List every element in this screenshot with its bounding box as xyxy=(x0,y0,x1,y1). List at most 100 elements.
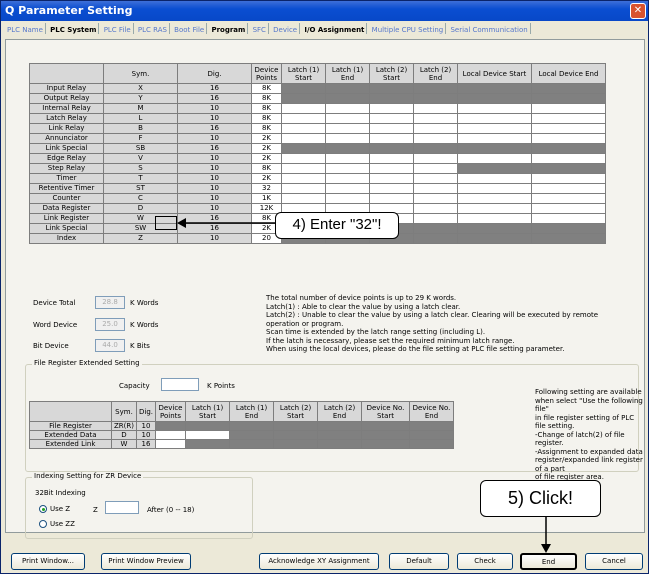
editable-cell[interactable] xyxy=(155,430,187,440)
editable-cell[interactable] xyxy=(457,173,532,184)
tab-device[interactable]: Device xyxy=(271,23,301,34)
close-icon[interactable]: ✕ xyxy=(630,3,646,19)
editable-cell[interactable] xyxy=(413,123,458,134)
editable-cell[interactable] xyxy=(413,133,458,144)
editable-cell[interactable] xyxy=(369,133,414,144)
editable-cell[interactable] xyxy=(531,123,606,134)
editable-cell[interactable] xyxy=(413,183,458,194)
editable-cell[interactable] xyxy=(457,123,532,134)
z-number-field[interactable] xyxy=(105,501,139,514)
editable-cell[interactable] xyxy=(185,430,231,440)
editable-cell[interactable] xyxy=(413,193,458,204)
editable-cell[interactable] xyxy=(325,173,370,184)
editable-cell[interactable] xyxy=(531,133,606,144)
acknowledge-xy-button[interactable]: Acknowledge XY Assignment xyxy=(259,553,379,570)
device-points-field[interactable]: 8K xyxy=(251,163,282,174)
editable-cell[interactable] xyxy=(457,153,532,164)
editable-cell[interactable] xyxy=(281,123,326,134)
device-points-field[interactable]: 8K xyxy=(251,103,282,114)
use-zz-radio[interactable]: Use ZZ xyxy=(39,520,75,528)
device-points-field[interactable]: 8K xyxy=(251,83,282,94)
device-points-field[interactable]: 8K xyxy=(251,123,282,134)
print-preview-button[interactable]: Print Window Preview xyxy=(101,553,191,570)
editable-cell[interactable] xyxy=(281,163,326,174)
editable-cell[interactable] xyxy=(369,173,414,184)
editable-cell[interactable] xyxy=(457,183,532,194)
editable-cell[interactable] xyxy=(531,153,606,164)
tab-plc-name[interactable]: PLC Name xyxy=(5,23,46,34)
device-points-field[interactable]: 2K xyxy=(251,153,282,164)
editable-cell[interactable] xyxy=(369,103,414,114)
editable-cell[interactable] xyxy=(325,183,370,194)
use-z-radio[interactable]: Use Z xyxy=(39,505,70,513)
z-label: Z xyxy=(93,506,98,514)
end-button[interactable]: End xyxy=(520,553,577,570)
editable-cell[interactable] xyxy=(369,123,414,134)
device-points-field[interactable]: 32 xyxy=(251,183,282,194)
device-points-field[interactable]: 8K xyxy=(251,113,282,124)
check-button[interactable]: Check xyxy=(457,553,513,570)
editable-cell[interactable] xyxy=(325,153,370,164)
editable-cell[interactable] xyxy=(413,103,458,114)
editable-cell[interactable] xyxy=(531,213,606,224)
editable-cell[interactable] xyxy=(325,103,370,114)
cancel-button[interactable]: Cancel xyxy=(585,553,643,570)
device-points-field[interactable]: 2K xyxy=(251,143,282,154)
device-points-field[interactable]: 2K xyxy=(251,173,282,184)
editable-cell[interactable] xyxy=(369,193,414,204)
editable-cell[interactable] xyxy=(457,213,532,224)
editable-cell[interactable] xyxy=(281,133,326,144)
editable-cell[interactable] xyxy=(413,173,458,184)
editable-cell[interactable] xyxy=(281,113,326,124)
editable-cell[interactable] xyxy=(413,203,458,214)
editable-cell[interactable] xyxy=(457,193,532,204)
tab-program[interactable]: Program xyxy=(209,23,249,34)
device-row: Timer T 10 2K xyxy=(29,173,606,184)
editable-cell[interactable] xyxy=(369,183,414,194)
editable-cell[interactable] xyxy=(325,123,370,134)
editable-cell[interactable] xyxy=(531,103,606,114)
editable-cell[interactable] xyxy=(281,153,326,164)
editable-cell[interactable] xyxy=(369,163,414,174)
editable-cell[interactable] xyxy=(413,163,458,174)
device-points-field[interactable]: 2K xyxy=(251,133,282,144)
editable-cell[interactable] xyxy=(325,193,370,204)
editable-cell[interactable] xyxy=(413,153,458,164)
default-button[interactable]: Default xyxy=(389,553,449,570)
editable-cell[interactable] xyxy=(325,163,370,174)
tab-io-assignment[interactable]: I/O Assignment xyxy=(302,23,368,34)
editable-cell[interactable] xyxy=(457,113,532,124)
editable-cell[interactable] xyxy=(369,153,414,164)
editable-cell[interactable] xyxy=(531,203,606,214)
print-window-button[interactable]: Print Window... xyxy=(11,553,85,570)
tab-plc-ras[interactable]: PLC RAS xyxy=(136,23,170,34)
editable-cell[interactable] xyxy=(413,113,458,124)
editable-cell[interactable] xyxy=(325,113,370,124)
editable-cell[interactable] xyxy=(155,439,187,449)
editable-cell[interactable] xyxy=(281,103,326,114)
title-bar: Q Parameter Setting ✕ xyxy=(1,1,648,21)
tab-serial-comm[interactable]: Serial Communication xyxy=(448,23,531,34)
editable-cell[interactable] xyxy=(531,183,606,194)
editable-cell[interactable] xyxy=(281,193,326,204)
tab-boot-file[interactable]: Boot File xyxy=(172,23,208,34)
device-points-field[interactable]: 8K xyxy=(251,93,282,104)
tab-multiple-cpu[interactable]: Multiple CPU Setting xyxy=(370,23,447,34)
editable-cell[interactable] xyxy=(457,203,532,214)
capacity-field[interactable] xyxy=(161,378,199,391)
tab-plc-file[interactable]: PLC File xyxy=(102,23,134,34)
editable-cell[interactable] xyxy=(531,193,606,204)
editable-cell[interactable] xyxy=(281,173,326,184)
note-line: If the latch is necessary, please set th… xyxy=(266,336,515,345)
editable-cell[interactable] xyxy=(457,133,532,144)
editable-cell[interactable] xyxy=(325,133,370,144)
tab-plc-system[interactable]: PLC System xyxy=(48,23,100,34)
device-points-field[interactable]: 1K xyxy=(251,193,282,204)
tab-sfc[interactable]: SFC xyxy=(251,23,269,34)
editable-cell[interactable] xyxy=(531,173,606,184)
editable-cell[interactable] xyxy=(413,213,458,224)
editable-cell[interactable] xyxy=(457,103,532,114)
editable-cell[interactable] xyxy=(531,113,606,124)
editable-cell[interactable] xyxy=(369,113,414,124)
editable-cell[interactable] xyxy=(281,183,326,194)
